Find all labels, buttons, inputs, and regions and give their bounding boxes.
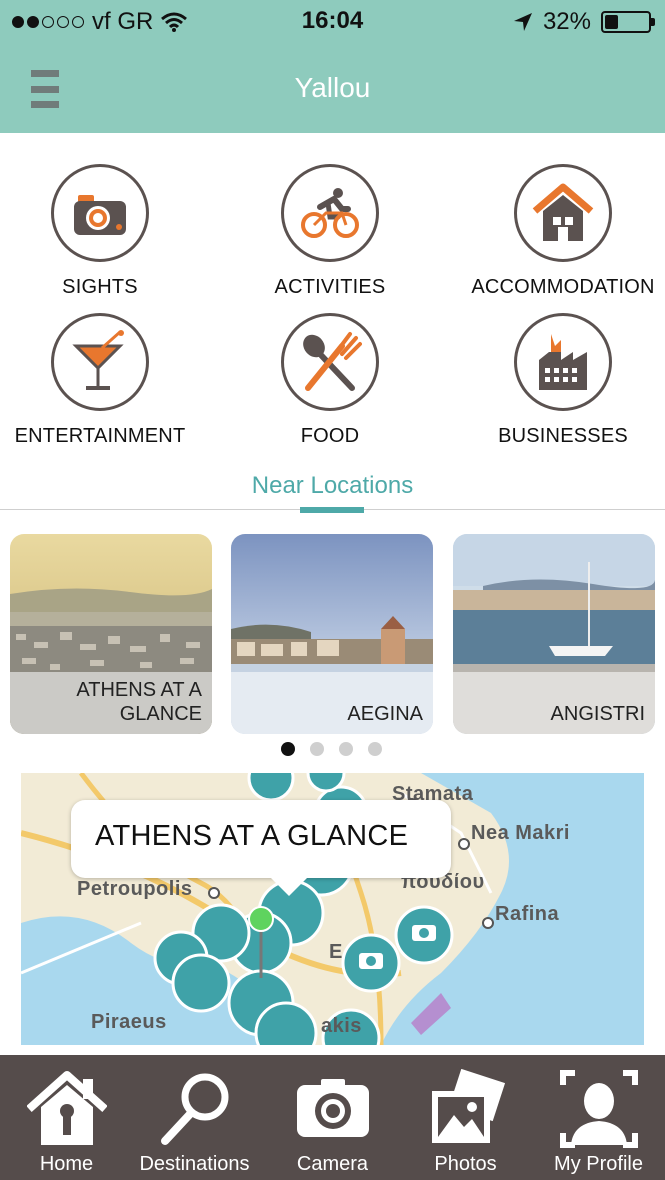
category-label: BUSINESSES — [498, 425, 628, 447]
category-label: ACTIVITIES — [274, 276, 386, 298]
camera-icon — [297, 1079, 369, 1137]
house-icon — [514, 164, 612, 262]
battery-percent: 32% — [542, 8, 591, 35]
top-bar: vf GR 16:04 32% Yallou — [0, 0, 665, 133]
map-place-label: Ε — [329, 941, 343, 963]
location-card-athens[interactable]: ATHENS AT A GLANCE — [10, 534, 212, 734]
tab-bar: Home Destinations Camera Photos My Profi… — [0, 1055, 665, 1180]
page-dot[interactable] — [310, 742, 324, 756]
fork-spoon-icon — [281, 313, 379, 411]
category-activities[interactable]: ACTIVITIES — [220, 164, 440, 299]
card-caption-line1: ANGISTRI — [550, 703, 645, 725]
profile-icon — [560, 1070, 638, 1148]
tab-label: Home — [39, 1153, 94, 1175]
card-caption-line2: GLANCE — [119, 703, 202, 725]
map-place-label: Nea Makri — [471, 822, 570, 844]
tab-home[interactable]: Home — [0, 1055, 133, 1180]
category-label: ACCOMMODATION — [471, 276, 655, 298]
page-dot[interactable] — [368, 742, 382, 756]
tab-photos[interactable]: Photos — [399, 1055, 532, 1180]
category-sights[interactable]: SIGHTS — [0, 164, 210, 299]
location-card-angistri[interactable]: ANGISTRI — [453, 534, 655, 734]
tab-my-profile[interactable]: My Profile — [532, 1055, 665, 1180]
category-label: ENTERTAINMENT — [14, 425, 186, 447]
map-place-label: akis — [321, 1015, 362, 1037]
tab-label: My Profile — [554, 1153, 643, 1175]
cyclist-icon — [281, 164, 379, 262]
battery-icon — [601, 11, 655, 33]
page-indicator[interactable] — [281, 742, 382, 756]
map-callout-title: ATHENS AT A GLANCE — [95, 820, 409, 852]
tab-label: Photos — [434, 1153, 497, 1175]
location-card-aegina[interactable]: AEGINA — [231, 534, 433, 734]
card-caption-line1: AEGINA — [347, 703, 423, 725]
card-caption: ANGISTRI — [551, 702, 645, 726]
tab-indicator — [300, 507, 364, 513]
tab-label: Camera — [296, 1153, 369, 1175]
status-bar: vf GR 16:04 32% — [0, 0, 665, 44]
cocktail-icon — [51, 313, 149, 411]
near-locations-tab[interactable]: Near Locations — [0, 472, 665, 500]
category-businesses[interactable]: BUSINESSES — [453, 313, 665, 448]
tab-camera[interactable]: Camera — [266, 1055, 399, 1180]
category-entertainment[interactable]: ENTERTAINMENT — [0, 313, 210, 448]
tab-destinations[interactable]: Destinations — [128, 1055, 261, 1180]
camera-icon — [51, 164, 149, 262]
card-caption-line1: ATHENS AT A — [76, 679, 202, 701]
page-dot[interactable] — [281, 742, 295, 756]
page-dot[interactable] — [339, 742, 353, 756]
magnifier-icon — [161, 1073, 229, 1145]
map-callout[interactable]: ATHENS AT A GLANCE — [71, 800, 451, 896]
factory-icon — [514, 313, 612, 411]
category-accommodation[interactable]: ACCOMMODATION — [453, 164, 665, 299]
home-icon — [27, 1071, 107, 1145]
tab-label: Destinations — [139, 1153, 250, 1175]
map-place-label: Rafina — [495, 903, 560, 925]
card-caption: AEGINA — [347, 702, 423, 726]
category-food[interactable]: FOOD — [220, 313, 440, 448]
category-label: SIGHTS — [62, 276, 138, 298]
map-place-label: Piraeus — [91, 1011, 167, 1033]
location-arrow-icon — [513, 13, 532, 31]
app-title: Yallou — [294, 72, 371, 103]
map-view[interactable]: Stamata Nea Makri Petroupolis πουδίου Ra… — [21, 773, 644, 1045]
category-label: FOOD — [300, 425, 360, 447]
status-right: 32% — [513, 8, 655, 36]
card-caption: ATHENS AT A GLANCE — [76, 678, 202, 726]
map-place-label: Petroupolis — [77, 878, 193, 900]
photos-icon — [432, 1069, 506, 1143]
